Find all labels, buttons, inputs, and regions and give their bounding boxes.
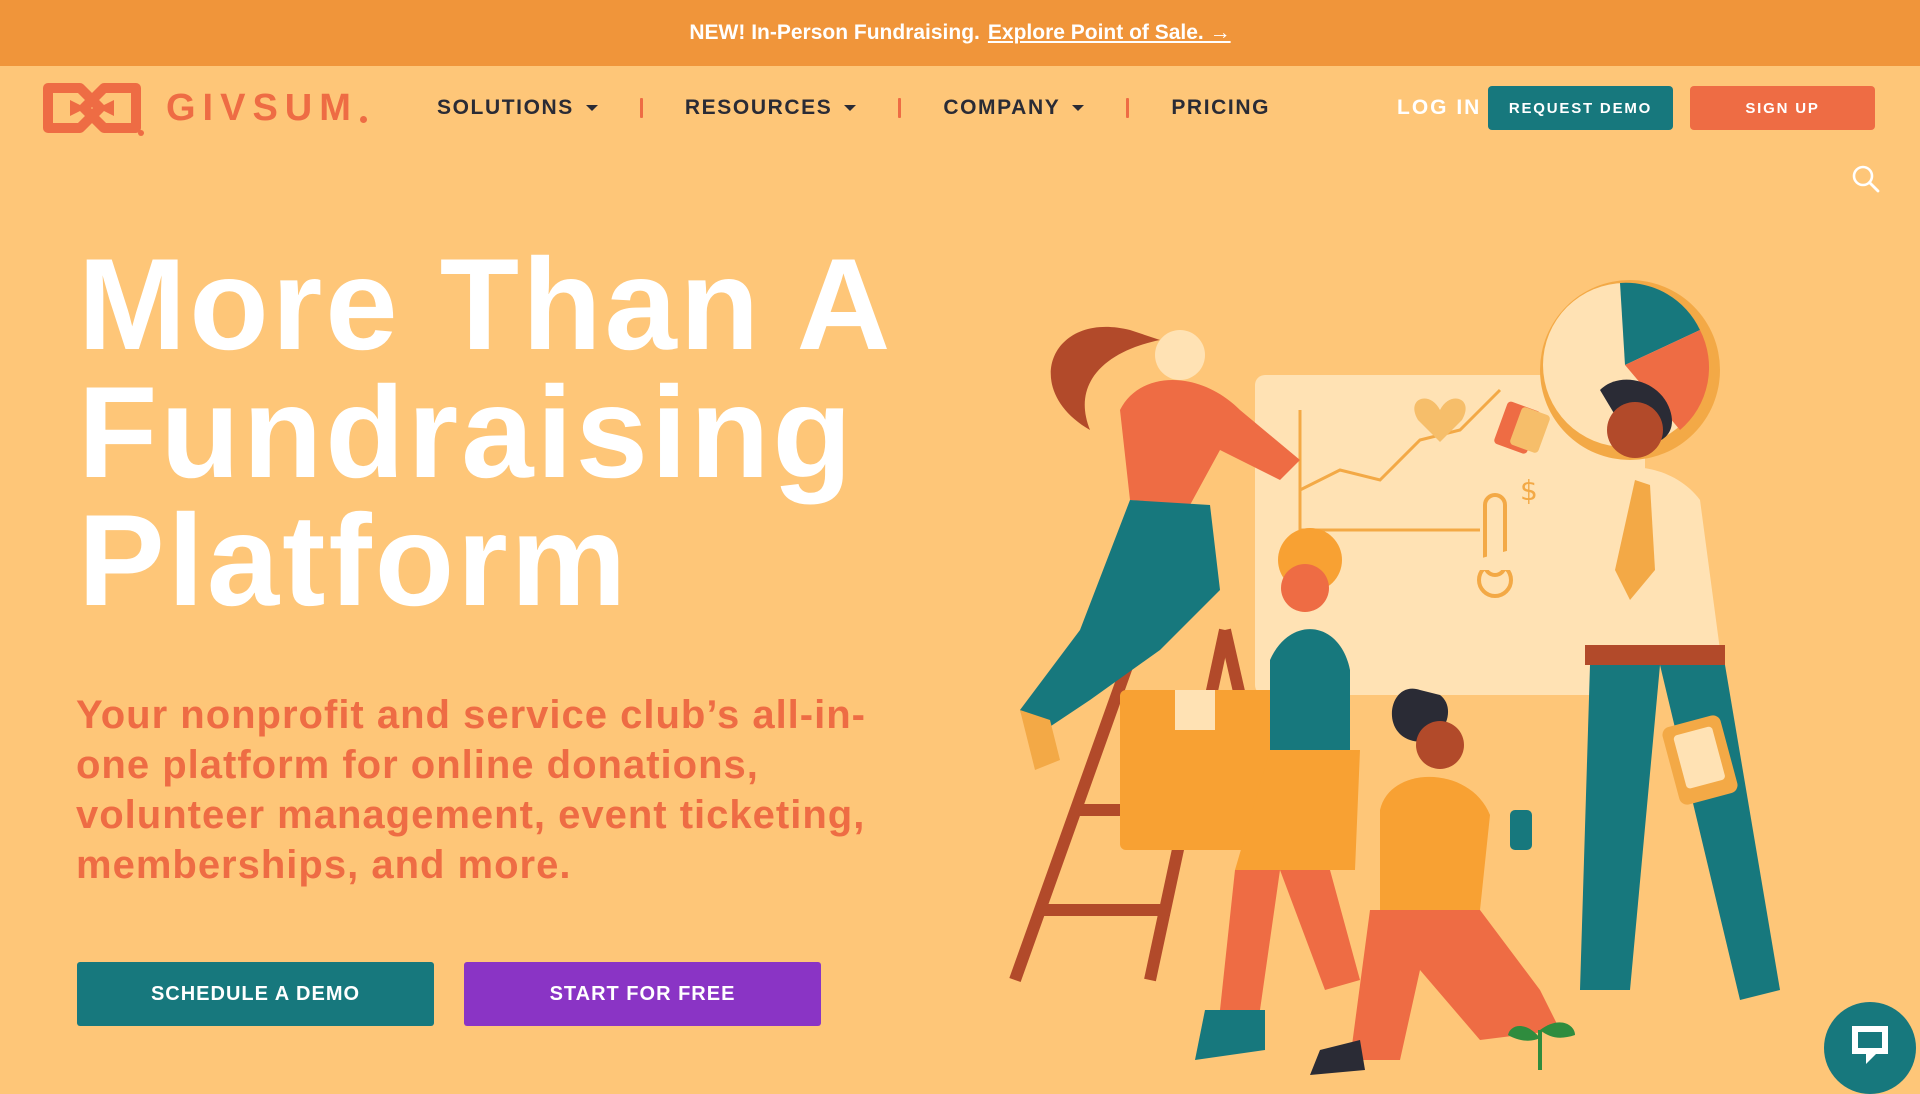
caret-down-icon — [1072, 105, 1085, 111]
chat-button[interactable] — [1824, 1002, 1916, 1094]
announcement-bar: NEW! In-Person Fundraising. Explore Poin… — [0, 0, 1920, 66]
nav-resources-label: RESOURCES — [684, 96, 833, 119]
site-header: GIVSUM SOLUTIONS RESOURCES COMPANY PRICI… — [0, 66, 1920, 150]
givsum-logo-icon — [43, 83, 144, 136]
schedule-demo-button[interactable]: SCHEDULE A DEMO — [77, 962, 434, 1026]
caret-down-icon — [844, 105, 857, 111]
main-nav: SOLUTIONS RESOURCES COMPANY PRICING — [437, 66, 1270, 150]
search-icon[interactable] — [1851, 164, 1881, 194]
chat-bubble-icon — [1852, 1026, 1888, 1064]
hero-subtitle: Your nonprofit and service club’s all-in… — [76, 693, 866, 887]
logo-wordmark: GIVSUM — [166, 86, 358, 129]
announcement-link[interactable]: Explore Point of Sale. → — [988, 21, 1231, 45]
nav-solutions-label: SOLUTIONS — [437, 96, 574, 119]
login-link[interactable]: LOG IN — [1397, 96, 1481, 120]
caret-down-icon — [585, 105, 598, 111]
start-free-button[interactable]: START FOR FREE — [464, 962, 821, 1026]
nav-company[interactable]: COMPANY — [943, 96, 1085, 120]
request-demo-button[interactable]: REQUEST DEMO — [1488, 86, 1673, 130]
nav-company-label: COMPANY — [943, 96, 1061, 119]
announcement-text: NEW! In-Person Fundraising. — [689, 21, 980, 44]
hero-title: More Than A Fundraising Platform — [78, 231, 894, 633]
nav-pricing-label: PRICING — [1171, 96, 1271, 119]
logo[interactable]: GIVSUM — [40, 78, 367, 138]
svg-text:$: $ — [1520, 474, 1538, 507]
hero-title-line: Platform — [78, 487, 630, 633]
nav-solutions[interactable]: SOLUTIONS — [437, 96, 598, 120]
hero-title-line: More Than A — [78, 231, 894, 377]
hero-title-line: Fundraising — [78, 359, 855, 505]
hero-illustration: $ — [1009, 280, 1780, 1075]
sign-up-button[interactable]: SIGN UP — [1690, 86, 1875, 130]
nav-divider — [639, 98, 643, 118]
nav-divider — [1126, 98, 1130, 118]
nav-pricing[interactable]: PRICING — [1171, 96, 1270, 120]
nav-divider — [898, 98, 902, 118]
logo-dot — [359, 115, 367, 123]
nav-resources[interactable]: RESOURCES — [684, 96, 857, 120]
